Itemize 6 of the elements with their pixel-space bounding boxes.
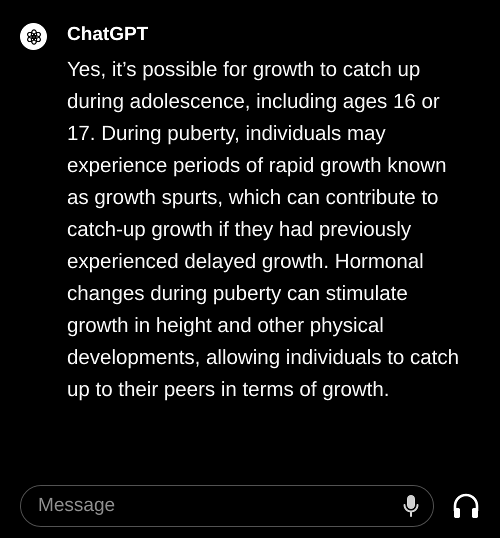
message-field[interactable]: Message bbox=[20, 485, 434, 527]
knot-logo-icon bbox=[24, 28, 42, 46]
author-name: ChatGPT bbox=[67, 23, 150, 47]
microphone-icon[interactable] bbox=[403, 494, 419, 518]
message-text: Yes, it’s possible for growth to catch up during adolescence, including ages 16 or 17. During puberty, individuals may experience periods of rapid growth known as growth spurts, which can contribute to catch-up growth if they had previously experienced delayed growth. Hormonal changes during puberty can stimulate growth in height and other physical developments, allowing individuals to catch up to their peers in terms of growth. bbox=[67, 57, 459, 403]
headphones-icon[interactable] bbox=[452, 493, 480, 519]
